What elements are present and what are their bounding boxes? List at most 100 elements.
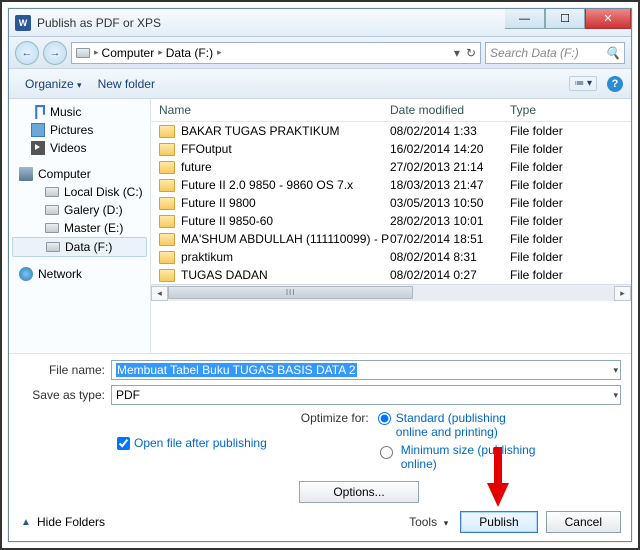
file-date: 03/05/2013 10:50 [390, 196, 510, 210]
filename-input[interactable]: Membuat Tabel Buku TUGAS BASIS DATA 2 ▾ [111, 360, 621, 380]
nav-computer[interactable]: Computer [9, 165, 150, 183]
crumb-drive[interactable]: Data (F:) [166, 46, 213, 60]
options-button[interactable]: Options... [299, 481, 419, 503]
file-name: FFOutput [181, 142, 232, 156]
bottom-panel: File name: Membuat Tabel Buku TUGAS BASI… [9, 353, 631, 541]
search-icon: 🔍 [605, 46, 620, 60]
folder-icon [159, 179, 175, 192]
search-placeholder: Search Data (F:) [490, 46, 579, 60]
file-type: File folder [510, 268, 631, 282]
nav-drive-c[interactable]: Local Disk (C:) [9, 183, 150, 201]
window-title: Publish as PDF or XPS [37, 16, 161, 30]
address-bar: ← → ▸Computer ▸Data (F:) ▸ ▾ ↻ Search Da… [9, 37, 631, 69]
chevron-down-icon: ▾ [77, 80, 82, 90]
column-headers[interactable]: Name Date modified Type [151, 99, 631, 122]
col-type[interactable]: Type [510, 103, 631, 117]
chevron-down-icon[interactable]: ▾ [613, 390, 618, 401]
folder-icon [159, 143, 175, 156]
open-after-checkbox[interactable]: Open file after publishing [117, 411, 267, 475]
nav-pictures[interactable]: Pictures [9, 121, 150, 139]
optimize-standard-radio[interactable] [378, 412, 391, 425]
nav-drive-d[interactable]: Galery (D:) [9, 201, 150, 219]
table-row[interactable]: MA'SHUM ABDULLAH (111110099) - PRA...07/… [151, 230, 631, 248]
drive-icon [46, 242, 60, 252]
scroll-right-icon[interactable]: ▸ [614, 286, 631, 301]
videos-icon [31, 141, 45, 155]
address-dropdown-icon[interactable]: ▾ [454, 46, 460, 60]
nav-drive-e[interactable]: Master (E:) [9, 219, 150, 237]
file-date: 08/02/2014 8:31 [390, 250, 510, 264]
file-name: Future II 2.0 9850 - 9860 OS 7.x [181, 178, 353, 192]
table-row[interactable]: Future II 9800 03/05/2013 10:50File folde… [151, 194, 631, 212]
file-name: Future II 9800 [181, 196, 256, 210]
file-date: 18/03/2013 21:47 [390, 178, 510, 192]
view-menu-icon[interactable]: ≔ ▾ [569, 76, 597, 91]
tools-menu[interactable]: Tools ▾ [409, 515, 448, 529]
organize-menu[interactable]: Organize ▾ [17, 74, 90, 94]
file-name: BAKAR TUGAS PRAKTIKUM [181, 124, 339, 138]
close-button[interactable]: ✕ [585, 9, 631, 29]
file-name: future [181, 160, 212, 174]
hide-folders-link[interactable]: Hide Folders [37, 515, 105, 529]
file-type: File folder [510, 178, 631, 192]
table-row[interactable]: TUGAS DADAN08/02/2014 0:27File folder [151, 266, 631, 284]
file-type: File folder [510, 250, 631, 264]
table-row[interactable]: BAKAR TUGAS PRAKTIKUM08/02/2014 1:33File… [151, 122, 631, 140]
col-name[interactable]: Name [155, 103, 390, 117]
optimize-minimum-radio[interactable] [380, 446, 393, 459]
file-name: praktikum [181, 250, 233, 264]
cancel-button[interactable]: Cancel [546, 511, 621, 533]
table-row[interactable]: future 27/02/2013 21:14File folder [151, 158, 631, 176]
crumb-computer[interactable]: Computer [102, 46, 155, 60]
file-date: 08/02/2014 0:27 [390, 268, 510, 282]
nav-network[interactable]: Network [9, 265, 150, 283]
drive-icon [45, 205, 59, 215]
chevron-right-icon: ▸ [158, 47, 163, 58]
help-icon[interactable]: ? [607, 76, 623, 92]
saveas-select[interactable]: PDF ▾ [111, 385, 621, 405]
file-type: File folder [510, 232, 631, 246]
folder-icon [159, 161, 175, 174]
nav-music[interactable]: Music [9, 103, 150, 121]
table-row[interactable]: Future II 2.0 9850 - 9860 OS 7.x 18/03/20… [151, 176, 631, 194]
chevron-down-icon[interactable]: ▾ [613, 365, 618, 376]
minimize-button[interactable]: — [505, 9, 545, 29]
search-input[interactable]: Search Data (F:) 🔍 [485, 42, 625, 64]
titlebar: W Publish as PDF or XPS — ☐ ✕ [9, 9, 631, 37]
file-list: Name Date modified Type BAKAR TUGAS PRAK… [151, 99, 631, 353]
forward-button[interactable]: → [43, 41, 67, 65]
file-date: 08/02/2014 1:33 [390, 124, 510, 138]
saveas-label: Save as type: [19, 388, 111, 402]
new-folder-button[interactable]: New folder [90, 74, 163, 94]
file-type: File folder [510, 160, 631, 174]
table-row[interactable]: Future II 9850-6028/02/2013 10:01File fo… [151, 212, 631, 230]
navigation-tree: Music Pictures Videos Computer Local Dis… [9, 99, 151, 353]
chevron-right-icon: ▸ [94, 47, 99, 58]
saveas-value: PDF [116, 388, 140, 402]
nav-videos[interactable]: Videos [9, 139, 150, 157]
optimize-minimum-label[interactable]: Minimum size (publishing online) [401, 443, 541, 471]
col-date[interactable]: Date modified [390, 103, 510, 117]
table-row[interactable]: FFOutput16/02/2014 14:20File folder [151, 140, 631, 158]
horizontal-scrollbar[interactable]: ◂ III ▸ [151, 284, 631, 301]
collapse-icon[interactable]: ▲ [19, 515, 33, 529]
folder-icon [159, 269, 175, 282]
table-row[interactable]: praktikum 08/02/2014 8:31File folder [151, 248, 631, 266]
scroll-left-icon[interactable]: ◂ [151, 286, 168, 301]
file-type: File folder [510, 196, 631, 210]
scroll-thumb[interactable]: III [168, 286, 413, 299]
nav-drive-f[interactable]: Data (F:) [12, 237, 147, 257]
filename-label: File name: [19, 363, 111, 377]
breadcrumb[interactable]: ▸Computer ▸Data (F:) ▸ ▾ ↻ [71, 42, 481, 64]
maximize-button[interactable]: ☐ [545, 9, 585, 29]
publish-button[interactable]: Publish [460, 511, 537, 533]
file-name: MA'SHUM ABDULLAH (111110099) - PRA... [181, 232, 390, 246]
file-type: File folder [510, 214, 631, 228]
refresh-icon[interactable]: ↻ [466, 46, 476, 60]
file-date: 27/02/2013 21:14 [390, 160, 510, 174]
back-button[interactable]: ← [15, 41, 39, 65]
open-after-input[interactable] [117, 437, 130, 450]
network-icon [19, 267, 33, 281]
optimize-standard-label[interactable]: Standard (publishing online and printing… [396, 411, 536, 439]
file-date: 16/02/2014 14:20 [390, 142, 510, 156]
